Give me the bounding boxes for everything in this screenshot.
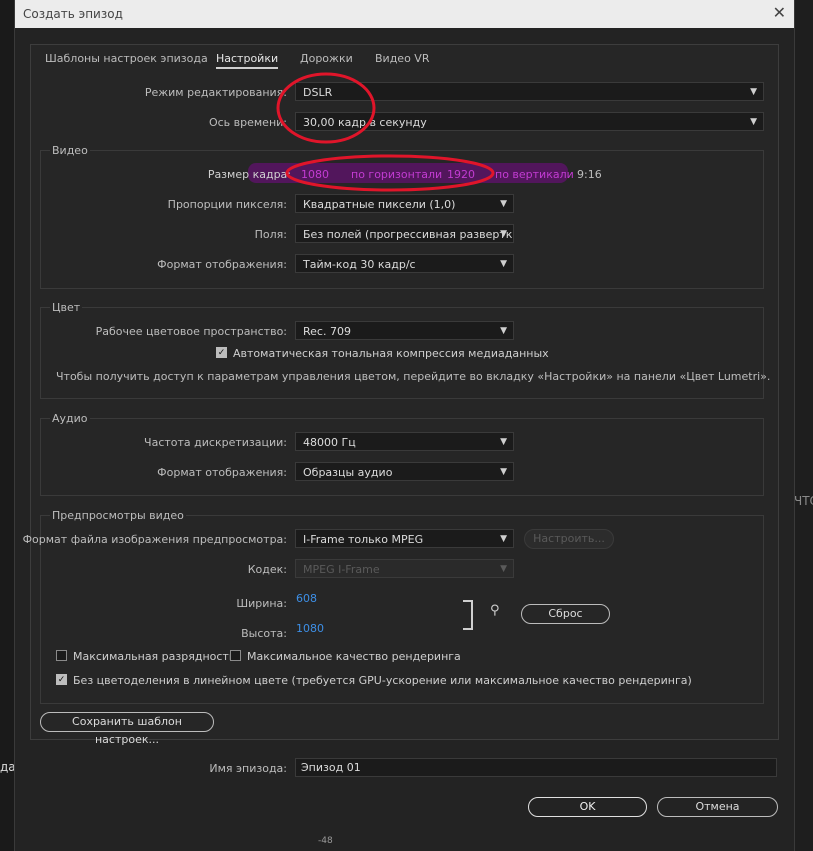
tab-tracks[interactable]: Дорожки: [300, 52, 353, 65]
vertical-label: по вертикали: [495, 168, 574, 181]
chevron-down-icon: ▼: [750, 87, 757, 97]
edit-mode-label: Режим редактирования:: [144, 86, 287, 99]
preview-format-label: Формат файла изображения предпросмотра:: [22, 533, 287, 546]
preview-format-value: I-Frame только MPEG: [303, 533, 424, 546]
fields-label: Поля:: [254, 228, 287, 241]
preview-width-value[interactable]: 608: [296, 592, 317, 605]
previews-group-title: Предпросмотры видео: [50, 509, 186, 522]
save-preset-button[interactable]: Сохранить шаблон настроек...: [40, 712, 214, 746]
link-icon[interactable]: ⚲: [490, 603, 500, 618]
title-bar: Создать эпизод ✕: [15, 0, 794, 28]
chevron-down-icon: ▼: [500, 564, 507, 574]
background-text-right: ЧТО: [794, 494, 813, 508]
background-meter-label: -48: [318, 836, 333, 846]
chevron-down-icon: ▼: [750, 117, 757, 127]
aspect-ratio: 9:16: [577, 168, 602, 181]
preview-height-value[interactable]: 1080: [296, 622, 324, 635]
video-display-format-value: Тайм-код 30 кадр/с: [303, 258, 416, 271]
preview-format-select[interactable]: I-Frame только MPEG ▼: [295, 529, 514, 548]
edit-mode-value: DSLR: [303, 86, 333, 99]
fields-value: Без полей (прогрессивная развертка): [303, 228, 514, 241]
working-space-label: Рабочее цветовое пространство:: [95, 325, 287, 338]
pixel-aspect-label: Пропорции пикселя:: [167, 198, 287, 211]
pixel-aspect-value: Квадратные пиксели (1,0): [303, 198, 456, 211]
video-group-title: Видео: [50, 144, 90, 157]
linear-color-label: Без цветоделения в линейном цвете (требу…: [73, 674, 692, 687]
frame-size-label: Размер кадра:: [207, 168, 291, 181]
audio-display-format-value: Образцы аудио: [303, 466, 393, 479]
chevron-down-icon: ▼: [500, 259, 507, 269]
linear-color-checkbox[interactable]: ✓: [56, 674, 67, 685]
frame-width-value[interactable]: 1080: [301, 168, 329, 181]
chevron-down-icon: ▼: [500, 199, 507, 209]
configure-button[interactable]: Настроить...: [524, 529, 614, 549]
working-space-select[interactable]: Rec. 709 ▼: [295, 321, 514, 340]
timebase-select[interactable]: 30,00 кадр в секунду ▼: [295, 112, 764, 131]
chevron-down-icon: ▼: [500, 467, 507, 477]
max-depth-checkbox[interactable]: [56, 650, 67, 661]
close-icon[interactable]: ✕: [773, 3, 786, 22]
tonemap-label: Автоматическая тональная компрессия меди…: [233, 347, 549, 360]
audio-group: [40, 418, 764, 496]
working-space-value: Rec. 709: [303, 325, 351, 338]
codec-select[interactable]: MPEG I-Frame ▼: [295, 559, 514, 578]
tab-settings[interactable]: Настройки: [216, 52, 279, 69]
color-group-title: Цвет: [50, 301, 83, 314]
ok-button[interactable]: OK: [528, 797, 647, 817]
sample-rate-value: 48000 Гц: [303, 436, 356, 449]
audio-display-format-select[interactable]: Образцы аудио ▼: [295, 462, 514, 481]
sample-rate-select[interactable]: 48000 Гц ▼: [295, 432, 514, 451]
max-quality-checkbox[interactable]: [230, 650, 241, 661]
background-panel-right: [794, 0, 813, 851]
chevron-down-icon: ▼: [500, 534, 507, 544]
cancel-button[interactable]: Отмена: [657, 797, 778, 817]
chevron-down-icon: ▼: [500, 437, 507, 447]
fields-select[interactable]: Без полей (прогрессивная развертка) ▼: [295, 224, 514, 243]
horizontal-label: по горизонтали: [351, 168, 443, 181]
preview-width-label: Ширина:: [236, 597, 287, 610]
codec-value: MPEG I-Frame: [303, 563, 380, 576]
edit-mode-select[interactable]: DSLR ▼: [295, 82, 764, 101]
pixel-aspect-select[interactable]: Квадратные пиксели (1,0) ▼: [295, 194, 514, 213]
video-display-format-select[interactable]: Тайм-код 30 кадр/с ▼: [295, 254, 514, 273]
tonemap-checkbox[interactable]: ✓: [216, 347, 227, 358]
color-info-text: Чтобы получить доступ к параметрам управ…: [56, 370, 771, 383]
audio-display-format-label: Формат отображения:: [157, 466, 287, 479]
link-bracket: [463, 600, 473, 630]
tab-presets[interactable]: Шаблоны настроек эпизода: [45, 52, 208, 65]
reset-button[interactable]: Сброс: [521, 604, 610, 624]
video-display-format-label: Формат отображения:: [157, 258, 287, 271]
max-quality-label: Максимальное качество рендеринга: [247, 650, 461, 663]
preview-height-label: Высота:: [241, 627, 287, 640]
timebase-value: 30,00 кадр в секунду: [303, 116, 427, 129]
audio-group-title: Аудио: [50, 412, 90, 425]
chevron-down-icon: ▼: [500, 229, 507, 239]
chevron-down-icon: ▼: [500, 326, 507, 336]
sample-rate-label: Частота дискретизации:: [144, 436, 287, 449]
frame-height-value[interactable]: 1920: [447, 168, 475, 181]
window-title: Создать эпизод: [23, 7, 123, 21]
tab-video-vr[interactable]: Видео VR: [375, 52, 429, 65]
codec-label: Кодек:: [247, 563, 287, 576]
sequence-name-input[interactable]: Эпизод 01: [295, 758, 777, 777]
sequence-name-label: Имя эпизода:: [209, 762, 287, 775]
timebase-label: Ось времени:: [208, 116, 287, 129]
max-depth-label: Максимальная разрядность: [73, 650, 236, 663]
